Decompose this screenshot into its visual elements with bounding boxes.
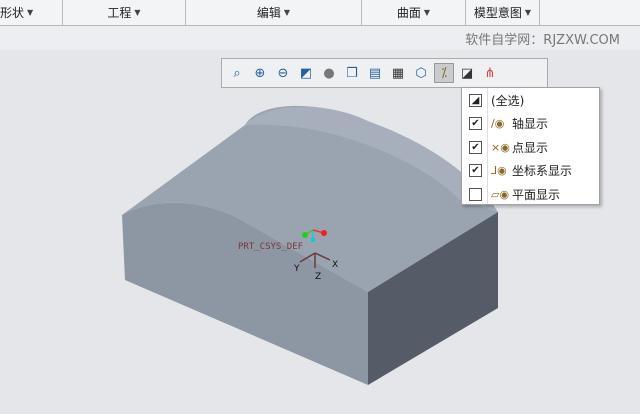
perspective-icon: ⬡: [415, 65, 427, 81]
checkbox-checked[interactable]: ✔: [469, 117, 482, 131]
zoom-out-icon: ⊖: [277, 65, 289, 81]
checkbox-checked[interactable]: ✔: [469, 164, 482, 178]
menu-item-plane-display[interactable]: ▱◉ 平面显示: [462, 182, 599, 206]
zoom-in-icon: ⊕: [254, 65, 266, 81]
display-style-button[interactable]: ●: [319, 63, 339, 83]
datum-display-filter-icon: ⁒: [441, 65, 447, 81]
point-display-icon: ×◉: [491, 140, 510, 154]
annotation-display-button[interactable]: ◪: [457, 63, 477, 83]
checkbox-partial[interactable]: ◢: [469, 93, 482, 107]
checkbox-unchecked[interactable]: [469, 187, 482, 201]
axis-label-z: Z: [315, 272, 321, 282]
annotation-display-icon: ◪: [460, 65, 474, 81]
datum-display-filter-button[interactable]: ⁒: [434, 63, 454, 83]
axis-label-x: X: [332, 260, 338, 270]
menu-label: 点显示: [512, 140, 549, 155]
view-manager-button[interactable]: ▤: [365, 63, 385, 83]
plane-display-icon: ▱◉: [491, 187, 510, 201]
appearance-button[interactable]: ▦: [388, 63, 408, 83]
refit-button[interactable]: ⌕: [227, 63, 247, 83]
camera-icon: ▦: [391, 65, 405, 81]
reorient-icon: ◩: [299, 65, 313, 81]
saved-views-icon: ❒: [346, 65, 358, 81]
reorient-button[interactable]: ◩: [296, 63, 316, 83]
menu-label: (全选): [491, 93, 525, 108]
checkbox-checked[interactable]: ✔: [469, 140, 482, 154]
menu-label: 平面显示: [512, 187, 561, 202]
view-manager-icon: ▤: [368, 65, 382, 81]
menu-item-point-display[interactable]: ✔ ×◉ 点显示: [462, 135, 599, 159]
datum-display-menu: ◢ (全选) ✔ /◉ 轴显示 ✔ ×◉ 点显示 ✔ ⅃◉ 坐标系显示 ▱◉ 平面显示: [461, 87, 600, 205]
perspective-button[interactable]: ⬡: [411, 63, 431, 83]
saved-views-button[interactable]: ❒: [342, 63, 362, 83]
axis-label-y: Y: [293, 264, 300, 274]
menu-item-csys-display[interactable]: ✔ ⅃◉ 坐标系显示: [462, 159, 599, 183]
csys-label: PRT_CSYS_DEF: [238, 242, 303, 252]
menu-item-axis-display[interactable]: ✔ /◉ 轴显示: [462, 112, 599, 136]
display-style-icon: ●: [323, 65, 335, 81]
zoom-out-button[interactable]: ⊖: [273, 63, 293, 83]
zoom-in-button[interactable]: ⊕: [250, 63, 270, 83]
spin-center-button[interactable]: ⋔: [480, 63, 500, 83]
spin-center-icon: ⋔: [484, 65, 496, 81]
menu-item-select-all[interactable]: ◢ (全选): [462, 88, 599, 112]
axis-display-icon: /◉: [491, 117, 505, 131]
view-toolbar: ⌕ ⊕ ⊖ ◩ ● ❒ ▤ ▦ ⬡ ⁒ ◪ ⋔: [221, 58, 548, 88]
refit-icon: ⌕: [233, 65, 241, 81]
menu-label: 轴显示: [512, 117, 549, 132]
menu-label: 坐标系显示: [512, 164, 573, 179]
csys-display-icon: ⅃◉: [491, 164, 507, 178]
